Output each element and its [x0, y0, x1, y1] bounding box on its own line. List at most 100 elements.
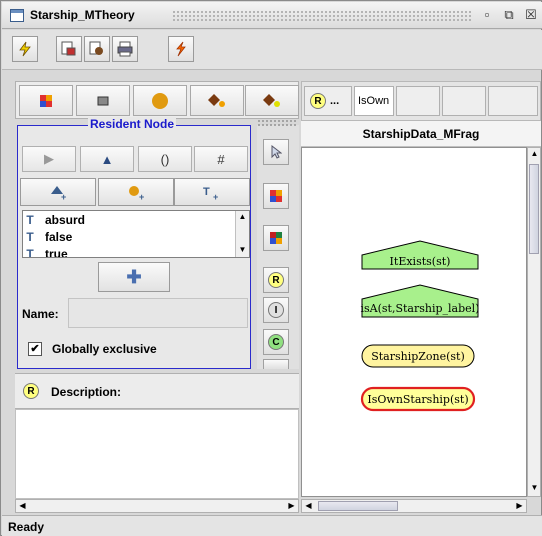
node-label: StarshipZone(st) — [371, 350, 465, 363]
arguments-button[interactable]: () — [138, 146, 192, 172]
scroll-up-icon[interactable]: ▲ — [528, 148, 541, 160]
pointer-icon[interactable] — [263, 139, 289, 165]
mfrag-title: StarshipData_MFrag — [301, 121, 541, 147]
print-icon[interactable] — [112, 36, 138, 62]
lightning-save-icon[interactable] — [12, 36, 38, 62]
input-node-starshipzone[interactable]: StarshipZone(st) — [361, 344, 475, 368]
state-label: false — [45, 230, 73, 244]
mfrag-canvas[interactable]: ItExists(st) isA(st,Starship_label) Star… — [301, 147, 527, 497]
scroll-thumb[interactable] — [529, 164, 539, 254]
scroll-right-icon[interactable]: ▶ — [513, 500, 526, 512]
context-badge-button[interactable]: C — [263, 329, 289, 355]
compile-icon[interactable] — [168, 36, 194, 62]
resident-node-title: Resident Node — [88, 117, 177, 131]
r-badge-icon: R — [23, 383, 39, 399]
add-state-icon[interactable]: + — [20, 178, 96, 206]
window-title: Starship_MTheory — [30, 8, 135, 22]
app-window: Starship_MTheory ▫ ⧉ ☒ Resident Node ▶ ▲… — [0, 0, 542, 536]
svg-text:+: + — [213, 192, 218, 201]
canvas-vscrollbar[interactable]: ▲ ▼ — [527, 147, 541, 497]
left-hscrollbar[interactable]: ◀ ▶ — [15, 499, 299, 513]
add-boolean-state-icon[interactable]: T + — [174, 178, 250, 206]
node-label: ItExists(st) — [390, 255, 451, 268]
scroll-left-icon[interactable]: ◀ — [16, 500, 29, 512]
i-badge-icon: I — [268, 302, 284, 318]
empty-tab[interactable] — [396, 86, 440, 116]
maximize-icon[interactable]: ⧉ — [500, 6, 518, 24]
nav-next-button[interactable]: ▶ — [22, 146, 76, 172]
name-field[interactable] — [68, 298, 248, 328]
description-label: Description: — [51, 385, 122, 399]
window-icon — [10, 9, 24, 22]
globally-exclusive-label: Globally exclusive — [52, 342, 157, 356]
more-tools-button[interactable] — [263, 359, 289, 369]
svg-text:T: T — [203, 186, 210, 198]
boolean-state-icon: T — [26, 230, 34, 244]
graph-svg: ItExists(st) isA(st,Starship_label) Star… — [360, 240, 480, 412]
scroll-left-icon[interactable]: ◀ — [302, 500, 315, 512]
node-label: IsOwnStarship(st) — [367, 393, 468, 406]
node-label: isA(st,Starship_label) — [361, 302, 480, 315]
description-textarea[interactable] — [15, 409, 299, 499]
scroll-down-icon[interactable]: ▼ — [528, 482, 541, 494]
input-badge-button[interactable]: I — [263, 297, 289, 323]
status-text: Ready — [8, 520, 45, 534]
list-item[interactable]: T false — [25, 229, 72, 245]
resident-node-icon[interactable] — [19, 85, 73, 116]
edit2-icon[interactable] — [263, 225, 289, 251]
resident-node-panel: Resident Node ▶ ▲ () # + + T + T absurd T… — [17, 117, 251, 369]
add-object-state-icon[interactable]: + — [98, 178, 174, 206]
c-badge-icon: C — [268, 334, 284, 350]
close-icon[interactable]: ☒ — [522, 6, 540, 24]
title-bar[interactable]: Starship_MTheory ▫ ⧉ ☒ — [2, 2, 542, 29]
resident-badge-button[interactable]: R — [263, 267, 289, 293]
svg-text:+: + — [139, 192, 144, 201]
tab-ellipsis: ... — [330, 95, 340, 107]
boolean-state-icon: T — [26, 247, 34, 258]
resident-node-isownstarship[interactable]: IsOwnStarship(st) — [360, 386, 476, 412]
svg-text:+: + — [61, 192, 66, 201]
context-node-itexists[interactable]: ItExists(st) — [361, 240, 479, 270]
node-tools-column: R I C — [257, 119, 299, 369]
context-node-icon[interactable] — [245, 85, 299, 116]
mtheory-icon[interactable] — [56, 36, 82, 62]
scroll-right-icon[interactable]: ▶ — [285, 500, 298, 512]
list-item[interactable]: T true — [25, 246, 68, 258]
input-node-icon[interactable] — [190, 85, 244, 116]
state-label: true — [45, 247, 68, 258]
nav-up-button[interactable]: ▲ — [80, 146, 134, 172]
shape-toolbar — [15, 81, 299, 119]
title-grip — [172, 10, 472, 22]
main-toolbar — [2, 30, 542, 70]
isown-tab[interactable]: IsOwn — [354, 86, 394, 116]
scroll-thumb[interactable] — [318, 501, 398, 511]
column-grip — [257, 119, 297, 127]
context-node-isa[interactable]: isA(st,Starship_label) — [361, 284, 480, 318]
circle-node-icon[interactable] — [133, 85, 187, 116]
table-button[interactable]: # — [194, 146, 248, 172]
scroll-down-icon[interactable]: ▼ — [236, 244, 249, 256]
add-button[interactable]: ✚ — [98, 262, 170, 292]
mfrag-icon[interactable] — [84, 36, 110, 62]
node-tab-bar: R ... IsOwn — [301, 81, 541, 121]
status-bar: Ready — [2, 515, 542, 536]
scroll-up-icon[interactable]: ▲ — [236, 211, 249, 223]
minimize-icon[interactable]: ▫ — [478, 6, 496, 24]
list-item[interactable]: T absurd — [25, 212, 85, 228]
resident-tab[interactable]: R ... — [304, 86, 352, 116]
r-badge-icon: R — [310, 93, 326, 109]
name-label: Name: — [22, 307, 59, 321]
states-list[interactable]: T absurd T false T true ▲ ▼ — [22, 210, 250, 258]
rectangle-icon[interactable] — [76, 85, 130, 116]
empty-tab[interactable] — [442, 86, 486, 116]
description-header: R Description: — [15, 373, 299, 409]
boolean-state-icon: T — [26, 213, 34, 227]
r-badge-icon: R — [268, 272, 284, 288]
empty-tab[interactable] — [488, 86, 538, 116]
edit-icon[interactable] — [263, 183, 289, 209]
globally-exclusive-checkbox[interactable]: ✔ — [28, 342, 42, 356]
state-label: absurd — [45, 213, 86, 227]
tab-label: IsOwn — [358, 95, 390, 107]
canvas-hscrollbar[interactable]: ◀ ▶ — [301, 499, 527, 513]
states-scrollbar[interactable]: ▲ ▼ — [235, 211, 249, 257]
